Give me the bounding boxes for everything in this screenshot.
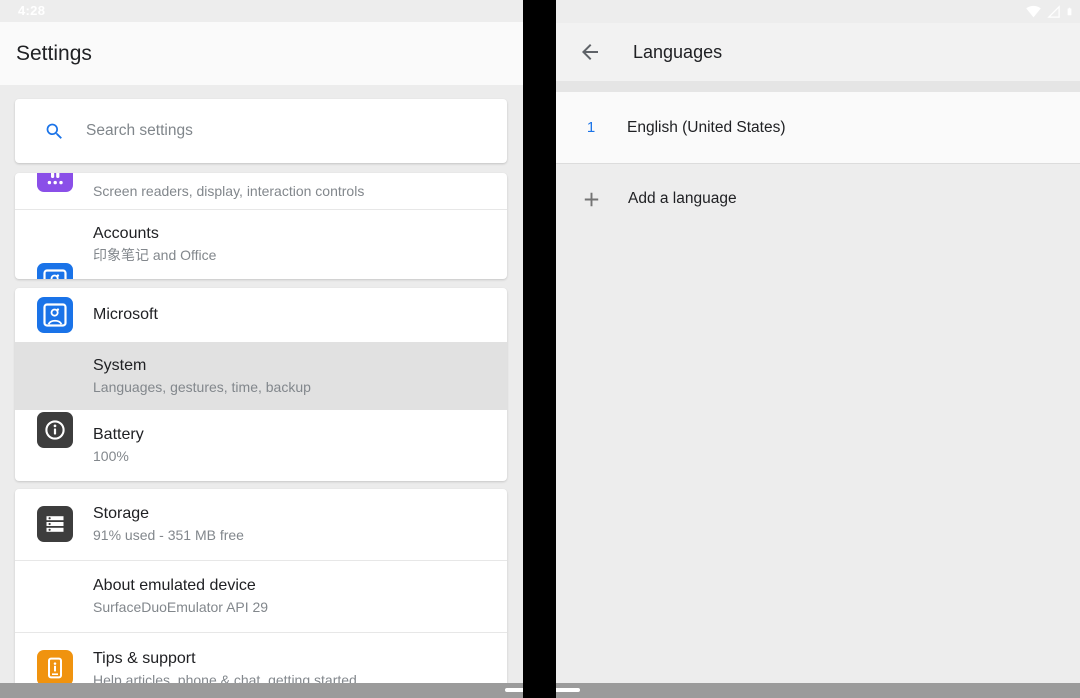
settings-card-accounts-group: Screen readers, display, interaction con… xyxy=(15,173,507,279)
settings-item-battery[interactable]: Battery 100% xyxy=(15,410,507,481)
add-language-label: Add a language xyxy=(628,190,737,207)
settings-pane: 4:28 Settings Search settings Screen rea… xyxy=(0,0,523,698)
status-bar-right xyxy=(556,0,1080,23)
device-hinge xyxy=(523,0,556,698)
back-button[interactable] xyxy=(578,40,602,64)
item-subtitle: 91% used - 351 MB free xyxy=(93,527,244,543)
item-title: Tips & support xyxy=(93,649,196,667)
settings-item-system[interactable]: System Languages, gestures, time, backup xyxy=(15,342,507,448)
arrow-back-icon xyxy=(582,44,598,60)
item-subtitle: Languages, gestures, time, backup xyxy=(93,378,311,395)
settings-card-device-group: Storage 91% used - 351 MB free About emu… xyxy=(15,489,507,698)
language-label: English (United States) xyxy=(627,118,786,136)
item-title: Microsoft xyxy=(93,306,158,323)
account-badge-icon xyxy=(37,263,73,279)
add-language-button[interactable]: Add a language xyxy=(556,165,1080,233)
header-shadow-band xyxy=(556,81,1080,92)
item-title: Storage xyxy=(93,505,150,522)
wifi-icon xyxy=(1026,5,1041,18)
item-subtitle: Screen readers, display, interaction con… xyxy=(93,182,365,199)
accessibility-icon xyxy=(37,173,73,192)
status-bar-left: 4:28 xyxy=(0,0,523,22)
item-title: About emulated device xyxy=(93,577,256,594)
settings-item-storage[interactable]: Storage 91% used - 351 MB free xyxy=(15,489,507,560)
search-icon xyxy=(46,123,62,139)
settings-item-microsoft[interactable]: Microsoft xyxy=(15,288,507,342)
item-title: System xyxy=(93,356,147,374)
page-title: Languages xyxy=(633,41,723,62)
language-row[interactable]: 1 English (United States) xyxy=(556,92,1080,164)
plus-icon xyxy=(584,192,599,206)
item-subtitle: 印象笔记 and Office xyxy=(93,247,217,263)
item-subtitle: 100% xyxy=(93,448,129,464)
item-title: Battery xyxy=(93,426,144,443)
languages-header: Languages xyxy=(556,23,1080,81)
item-subtitle: SurfaceDuoEmulator API 29 xyxy=(93,599,269,615)
settings-item-about[interactable]: About emulated device SurfaceDuoEmulator… xyxy=(15,561,507,686)
cellular-signal-icon xyxy=(1047,5,1060,18)
battery-icon xyxy=(1067,7,1072,16)
storage-icon xyxy=(37,506,73,542)
settings-header: Settings xyxy=(0,22,523,85)
page-title: Settings xyxy=(16,41,92,65)
languages-pane: Languages 1 English (United States) Add … xyxy=(556,0,1080,698)
search-input[interactable] xyxy=(84,121,507,141)
status-time: 4:28 xyxy=(18,3,46,18)
language-order-number: 1 xyxy=(586,119,596,136)
item-title: Accounts xyxy=(93,225,159,242)
account-badge-icon xyxy=(37,297,73,333)
settings-card-system-group: Microsoft System Languages, gestures, ti… xyxy=(15,288,507,481)
surface-duo-screen: 4:28 Settings Search settings Screen rea… xyxy=(0,0,1080,698)
settings-item-accessibility[interactable]: Screen readers, display, interaction con… xyxy=(15,173,507,209)
search-bar[interactable] xyxy=(15,99,507,163)
settings-item-accounts[interactable]: Accounts 印象笔记 and Office xyxy=(15,210,507,279)
